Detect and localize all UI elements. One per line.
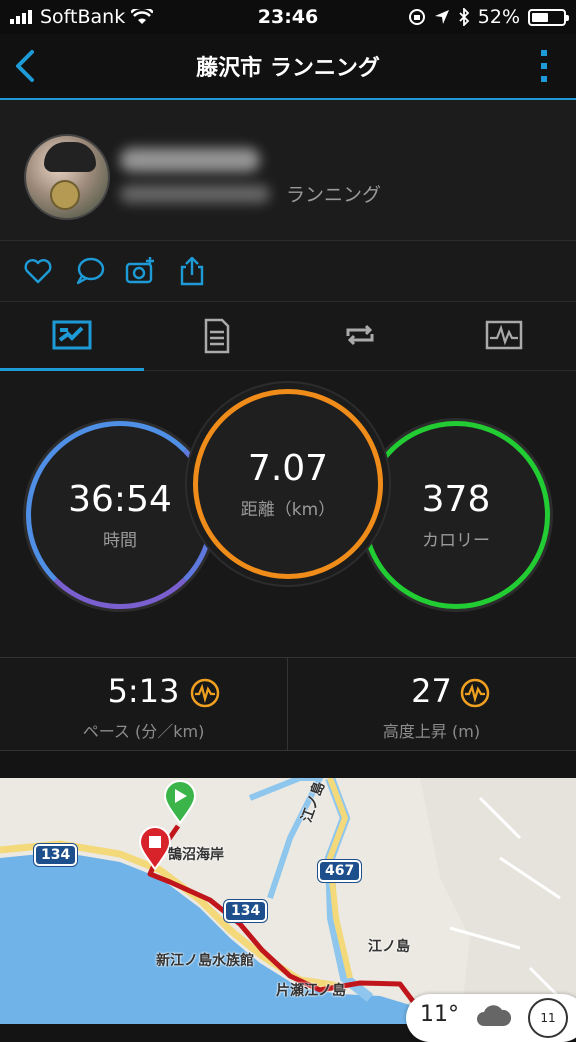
metrics-row: 5:13 ペース (分／km) 27 高度上昇 (m): [0, 658, 576, 751]
status-right: 52%: [408, 6, 569, 28]
activity-header: ランニング: [0, 100, 576, 241]
route-134-shield: 134: [34, 844, 78, 866]
elevation-pulse-icon: [460, 678, 490, 708]
place-enoshima-station: 江ノ島: [368, 939, 410, 955]
summary-stats: 36:54 時間 378 カロリー 7.07 距離（km）: [0, 371, 576, 633]
battery-icon: [528, 8, 569, 26]
calories-label: カロリー: [422, 531, 490, 551]
laps-repeat-icon: [346, 324, 374, 346]
avatar[interactable]: [24, 134, 110, 220]
bluetooth-icon: [459, 8, 470, 26]
tab-laps[interactable]: [288, 302, 432, 370]
pace-label: ペース (分／km): [82, 722, 205, 741]
start-marker-icon[interactable]: [163, 780, 197, 824]
add-photo-icon[interactable]: [124, 255, 156, 287]
spacer: [0, 751, 576, 778]
location-icon: [434, 10, 449, 24]
route-467-shield: 467: [318, 860, 362, 882]
social-actions: [0, 241, 576, 302]
chart-icon: [485, 320, 523, 350]
place-kugenuma: 鵠沼海岸: [168, 847, 224, 863]
user-name-redacted: [120, 148, 260, 172]
route-map[interactable]: 134 134 467 鵠沼海岸 新江ノ島水族館 片瀬江ノ島 江ノ島 江ノ島 1…: [0, 778, 576, 1042]
tab-overview[interactable]: [0, 302, 144, 371]
section-divider: [0, 633, 576, 658]
pace-value: 5:13: [107, 672, 180, 710]
calories-ring[interactable]: 378 カロリー: [362, 421, 550, 609]
battery-percent: 52%: [477, 6, 520, 28]
activity-tabs: [0, 302, 576, 371]
status-bar: SoftBank 23:46 52%: [0, 0, 576, 34]
nav-bar: 藤沢市 ランニング: [0, 34, 576, 100]
finish-marker-icon[interactable]: [138, 826, 172, 870]
document-icon: [204, 318, 230, 354]
elevation-label: 高度上昇 (m): [382, 722, 481, 741]
weather-widget[interactable]: 11° 11: [406, 994, 576, 1042]
cloud-icon: [477, 1005, 512, 1026]
pace-pulse-icon: [190, 678, 220, 708]
rotation-lock-icon: [408, 9, 425, 25]
time-label: 時間: [103, 531, 137, 551]
elevation-metric[interactable]: 27 高度上昇 (m): [288, 658, 575, 750]
time-ring[interactable]: 36:54 時間: [26, 421, 214, 609]
weather-temp: 11°: [420, 1002, 459, 1027]
distance-label: 距離（km）: [240, 500, 336, 520]
activity-date-redacted: [120, 185, 270, 203]
route-134-shield-2: 134: [224, 900, 268, 922]
elevation-value: 27: [411, 672, 452, 710]
distance-value: 7.07: [247, 448, 329, 489]
place-katase-enoshima: 片瀬江ノ島: [276, 983, 346, 999]
share-icon[interactable]: [176, 255, 208, 287]
pace-metric[interactable]: 5:13 ペース (分／km): [0, 658, 287, 750]
like-heart-icon[interactable]: [22, 255, 54, 287]
tab-details[interactable]: [144, 302, 288, 370]
distance-ring[interactable]: 7.07 距離（km）: [193, 389, 383, 579]
page-title: 藤沢市 ランニング: [196, 56, 380, 81]
overview-icon: [52, 320, 92, 350]
weather-day: 11: [528, 998, 568, 1038]
tab-charts[interactable]: [432, 302, 576, 370]
calories-value: 378: [421, 479, 491, 520]
more-vertical-icon[interactable]: [536, 48, 552, 84]
time-value: 36:54: [68, 479, 172, 520]
place-aquarium: 新江ノ島水族館: [156, 953, 254, 969]
activity-type: ランニング: [286, 184, 382, 206]
comment-icon[interactable]: [74, 255, 106, 287]
